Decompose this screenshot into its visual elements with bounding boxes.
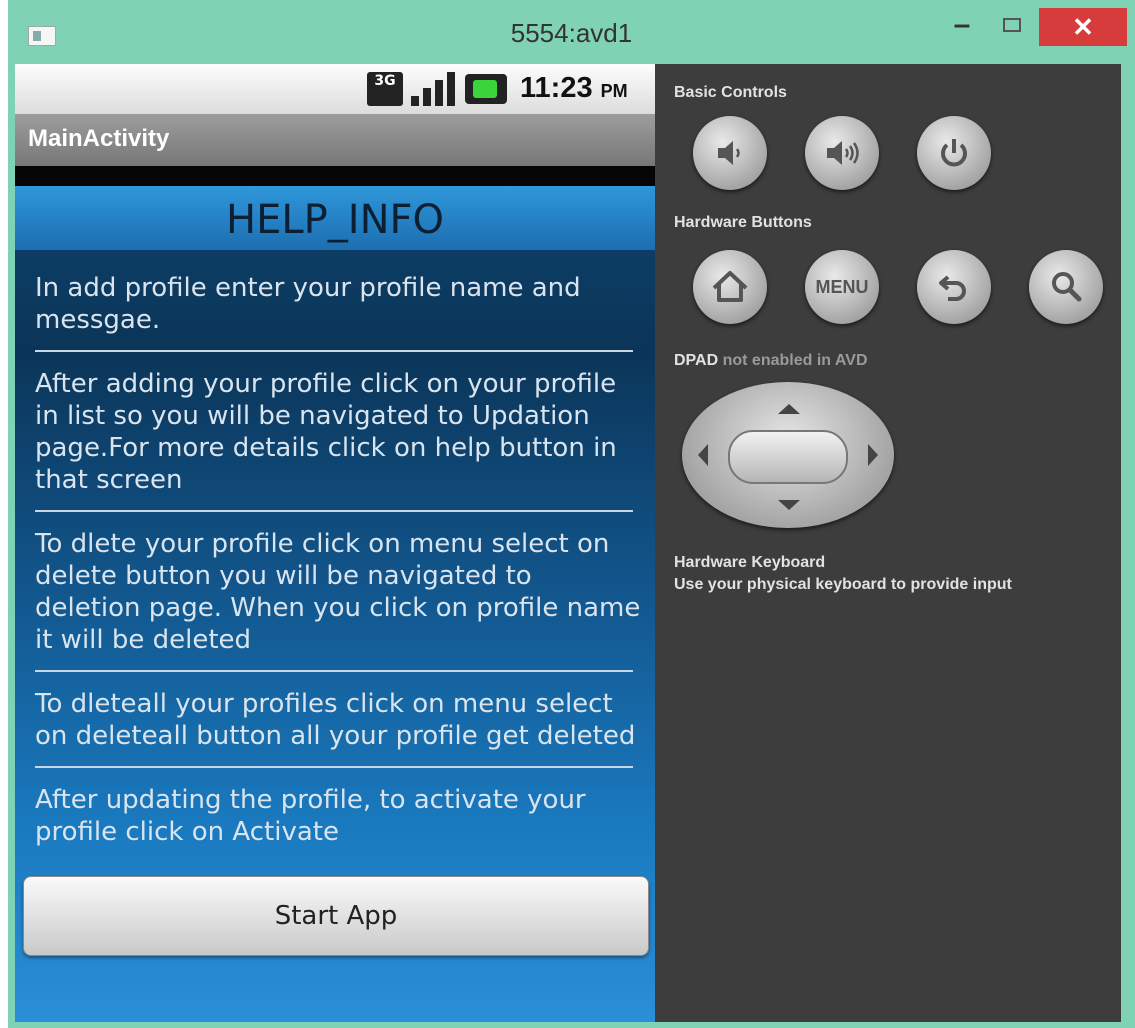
- volume-down-button[interactable]: [693, 116, 767, 190]
- dpad-down-icon[interactable]: [778, 500, 800, 510]
- divider: [35, 510, 633, 512]
- home-icon: [712, 271, 748, 302]
- help-paragraph: After updating the profile, to activate …: [35, 785, 586, 847]
- volume-up-icon: [827, 141, 859, 165]
- volume-down-icon: [718, 141, 740, 165]
- control-panel: Basic Controls Hardware Buttons MENU DPA…: [655, 64, 1121, 1022]
- maximize-button[interactable]: [990, 8, 1034, 42]
- dpad-up-icon[interactable]: [778, 404, 800, 414]
- close-button[interactable]: ✕: [1039, 8, 1127, 46]
- help-paragraph: After adding your profile click on your …: [35, 369, 617, 495]
- action-bar: MainActivity: [15, 114, 655, 166]
- home-button[interactable]: [693, 250, 767, 324]
- help-paragraph: In add profile enter your profile name a…: [35, 273, 581, 335]
- search-button[interactable]: [1029, 250, 1103, 324]
- dpad-title: DPAD: [674, 352, 719, 369]
- hardware-buttons-label: Hardware Buttons: [674, 214, 812, 231]
- dpad-label: DPAD not enabled in AVD: [674, 352, 868, 370]
- back-button[interactable]: [917, 250, 991, 324]
- volume-up-button[interactable]: [805, 116, 879, 190]
- battery-icon: [465, 74, 507, 104]
- divider: [35, 766, 633, 768]
- help-paragraph: To dleteall your profiles click on menu …: [35, 689, 636, 751]
- keyboard-label: Hardware Keyboard: [674, 554, 826, 571]
- power-button[interactable]: [917, 116, 991, 190]
- dpad-note: not enabled in AVD: [722, 352, 868, 369]
- start-app-button[interactable]: Start App: [23, 876, 649, 956]
- divider: [35, 670, 633, 672]
- device-screen: 3G 11:23 PM MainActivity HELP_INFO In ad…: [15, 64, 655, 1022]
- keyboard-note: Use your physical keyboard to provide in…: [674, 576, 1012, 593]
- dpad-left-icon[interactable]: [698, 444, 708, 466]
- status-time: 11:23 PM: [520, 72, 628, 104]
- menu-button[interactable]: MENU: [805, 250, 879, 324]
- title-bar[interactable]: 5554:avd1 – ✕: [8, 0, 1135, 64]
- divider: [35, 350, 633, 352]
- activity-title: MainActivity: [28, 125, 170, 152]
- basic-controls-label: Basic Controls: [674, 84, 787, 101]
- status-bar: 3G 11:23 PM: [15, 64, 655, 114]
- help-header: HELP_INFO: [15, 186, 655, 250]
- maximize-icon: [1003, 18, 1021, 32]
- dpad-center-button[interactable]: [728, 430, 848, 484]
- action-bar-shadow: [15, 166, 655, 186]
- help-paragraph: To dlete your profile click on menu sele…: [35, 529, 641, 655]
- help-title: HELP_INFO: [226, 197, 444, 243]
- start-app-label: Start App: [274, 901, 398, 931]
- dpad[interactable]: [682, 382, 894, 528]
- signal-icon: [411, 72, 457, 106]
- status-ampm: PM: [600, 81, 628, 101]
- back-icon: [939, 275, 966, 301]
- search-icon: [1052, 272, 1082, 302]
- menu-label: MENU: [815, 276, 869, 297]
- minimize-button[interactable]: –: [940, 8, 984, 42]
- power-icon: [941, 139, 967, 167]
- network-3g-icon: 3G: [367, 72, 403, 106]
- dpad-right-icon[interactable]: [868, 444, 878, 466]
